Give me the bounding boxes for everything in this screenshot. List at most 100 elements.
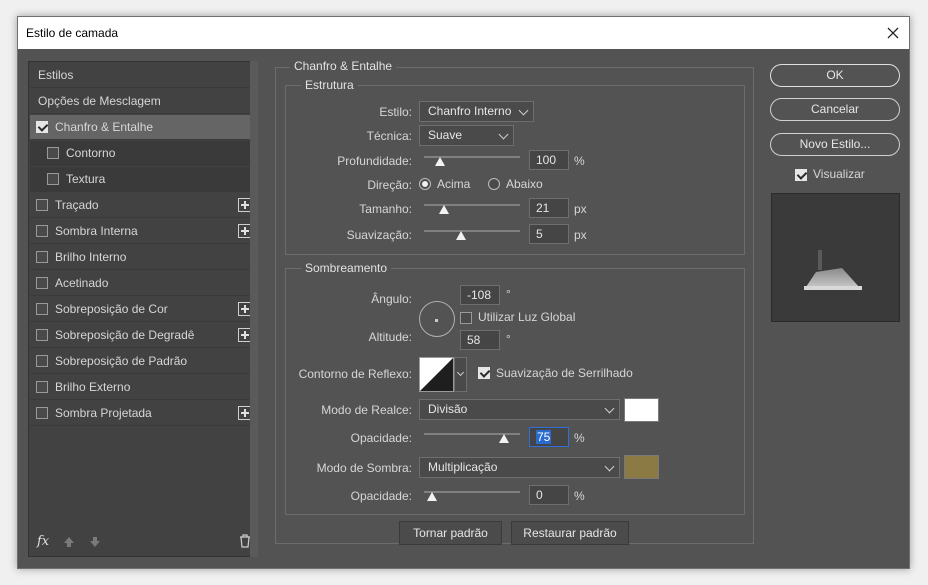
preview-checkbox[interactable]	[795, 169, 807, 181]
global-light-label[interactable]: Utilizar Luz Global	[478, 310, 575, 324]
antialias-label[interactable]: Suavização de Serrilhado	[496, 366, 633, 380]
layer-style-dialog: Estilo de camada Estilos Opções de Mescla…	[17, 16, 910, 569]
sidebar-item-checkbox[interactable]	[36, 407, 48, 419]
sidebar-item-checkbox[interactable]	[36, 303, 48, 315]
cancel-button[interactable]: Cancelar	[770, 98, 900, 121]
gloss-contour-dropdown[interactable]	[454, 357, 467, 392]
direction-up-radio[interactable]	[419, 178, 431, 190]
sidebar-item-opcoes-de-mesclagem[interactable]: Opções de Mesclagem	[30, 89, 257, 114]
highlight-opacity-slider-thumb[interactable]	[499, 434, 509, 443]
new-style-button[interactable]: Novo Estilo...	[770, 133, 900, 156]
sidebar-item-checkbox[interactable]	[47, 173, 59, 185]
technique-label: Técnica:	[366, 129, 412, 143]
ok-button[interactable]: OK	[770, 64, 900, 87]
soften-slider-thumb[interactable]	[456, 231, 466, 240]
move-down-icon[interactable]	[89, 536, 101, 548]
bevel-style-select[interactable]: Chanfro Interno	[419, 101, 534, 122]
reset-default-button[interactable]: Restaurar padrão	[511, 521, 629, 545]
sidebar-item-checkbox[interactable]	[36, 381, 48, 393]
sidebar-item-sombra-projetada[interactable]: Sombra Projetada	[30, 401, 257, 426]
sidebar-item-label: Sombra Projetada	[55, 406, 152, 420]
sidebar-item-textura[interactable]: Textura	[30, 167, 257, 192]
size-slider-thumb[interactable]	[439, 205, 449, 214]
gloss-contour-picker[interactable]	[419, 357, 454, 392]
sidebar-item-label: Traçado	[55, 198, 99, 212]
technique-select[interactable]: Suave	[419, 125, 514, 146]
highlight-opacity-slider[interactable]	[424, 433, 520, 443]
direction-down-label[interactable]: Abaixo	[506, 177, 543, 191]
sidebar-item-sobreposicao-de-degrade[interactable]: Sobreposição de Degradê	[30, 323, 257, 348]
sidebar-item-estilos[interactable]: Estilos	[30, 63, 257, 88]
shading-title: Sombreamento	[301, 261, 392, 275]
preview-thumbnail-icon	[804, 250, 862, 290]
chevron-down-icon	[456, 368, 465, 377]
sidebar-item-sobreposicao-de-cor[interactable]: Sobreposição de Cor	[30, 297, 257, 322]
sidebar-item-chanfro-entalhe[interactable]: Chanfro & Entalhe	[30, 115, 257, 140]
soften-unit: px	[574, 228, 587, 242]
sidebar-item-brilho-externo[interactable]: Brilho Externo	[30, 375, 257, 400]
chevron-down-icon	[518, 105, 529, 116]
move-up-icon[interactable]	[63, 536, 75, 548]
shadow-mode-select[interactable]: Multiplicação	[419, 457, 620, 478]
depth-unit: %	[574, 154, 585, 168]
shadow-color-swatch[interactable]	[624, 455, 659, 479]
sidebar-item-checkbox[interactable]	[36, 121, 48, 133]
close-icon[interactable]	[883, 23, 903, 43]
angle-dial[interactable]	[419, 301, 455, 337]
soften-input[interactable]: 5	[529, 224, 569, 244]
depth-input[interactable]: 100	[529, 150, 569, 170]
size-input[interactable]: 21	[529, 198, 569, 218]
preview-label[interactable]: Visualizar	[813, 167, 865, 181]
sidebar-item-sombra-interna[interactable]: Sombra Interna	[30, 219, 257, 244]
angle-dial-center	[435, 319, 438, 322]
fx-icon[interactable]: fx	[37, 534, 49, 549]
sidebar-item-contorno[interactable]: Contorno	[30, 141, 257, 166]
shadow-opacity-slider-thumb[interactable]	[427, 492, 437, 501]
sidebar-item-label: Textura	[66, 172, 106, 186]
angle-input[interactable]: -108	[460, 285, 500, 305]
shadow-opacity-unit: %	[574, 489, 585, 503]
depth-label: Profundidade:	[337, 154, 412, 168]
sidebar-item-label: Sobreposição de Degradê	[55, 328, 195, 342]
highlight-mode-value: Divisão	[428, 402, 468, 416]
shadow-opacity-input[interactable]: 0	[529, 485, 569, 505]
sidebar-item-checkbox[interactable]	[36, 329, 48, 341]
sidebar-item-checkbox[interactable]	[36, 277, 48, 289]
highlight-opacity-unit: %	[574, 431, 585, 445]
sidebar-item-brilho-interno[interactable]: Brilho Interno	[30, 245, 257, 270]
sidebar-item-acetinado[interactable]: Acetinado	[30, 271, 257, 296]
direction-up-label[interactable]: Acima	[437, 177, 470, 191]
sidebar-item-sobreposicao-de-padrao[interactable]: Sobreposição de Padrão	[30, 349, 257, 374]
sidebar-item-label: Sobreposição de Padrão	[55, 354, 188, 368]
sidebar-item-checkbox[interactable]	[36, 225, 48, 237]
chevron-down-icon	[604, 461, 615, 472]
sidebar-scrollbar[interactable]	[250, 61, 258, 557]
make-default-button[interactable]: Tornar padrão	[399, 521, 502, 545]
highlight-opacity-label: Opacidade:	[350, 431, 412, 445]
size-slider[interactable]	[424, 204, 520, 214]
depth-slider[interactable]	[424, 156, 520, 166]
sidebar-item-checkbox[interactable]	[47, 147, 59, 159]
highlight-opacity-value: 75	[536, 430, 552, 444]
highlight-color-swatch[interactable]	[624, 398, 659, 422]
angle-unit: °	[506, 287, 511, 301]
sidebar-item-tracado[interactable]: Traçado	[30, 193, 257, 218]
window-title: Estilo de camada	[26, 26, 119, 40]
soften-slider[interactable]	[424, 230, 520, 240]
shadow-opacity-slider[interactable]	[424, 491, 520, 501]
sidebar-item-checkbox[interactable]	[36, 199, 48, 211]
antialias-checkbox[interactable]	[478, 367, 490, 379]
depth-slider-thumb[interactable]	[435, 157, 445, 166]
chevron-down-icon	[604, 403, 615, 414]
direction-down-radio[interactable]	[488, 178, 500, 190]
shadow-opacity-label: Opacidade:	[350, 489, 412, 503]
sidebar-item-checkbox[interactable]	[36, 355, 48, 367]
global-light-checkbox[interactable]	[460, 312, 472, 324]
technique-value: Suave	[428, 128, 463, 142]
highlight-mode-select[interactable]: Divisão	[419, 399, 620, 420]
shadow-mode-label: Modo de Sombra:	[316, 461, 412, 475]
highlight-opacity-input[interactable]: 75	[529, 427, 569, 447]
sidebar-item-label: Chanfro & Entalhe	[55, 120, 154, 134]
altitude-input[interactable]: 58	[460, 330, 500, 350]
sidebar-item-checkbox[interactable]	[36, 251, 48, 263]
